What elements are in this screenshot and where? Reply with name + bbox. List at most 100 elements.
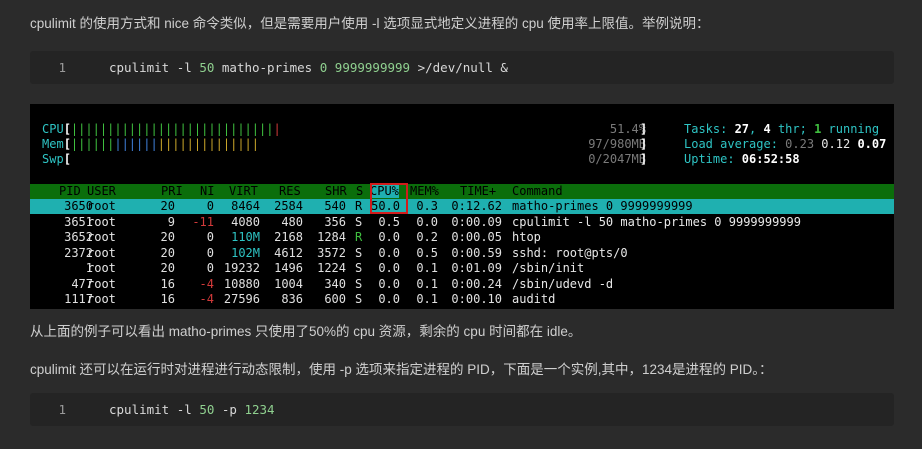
mem-meter-bar: | [157,137,165,151]
mem-meter-bar: | [121,137,129,151]
process-shr: 1284 [317,230,346,244]
process-time: 0:00.59 [451,245,502,260]
process-pri: 9 [167,214,175,229]
process-user: root [87,276,116,291]
cpu-meter-bar: | [99,122,108,136]
col-state: S [356,184,364,198]
mem-meter-bar: | [244,137,252,151]
mem-meter-value: 97/980MB [588,137,646,151]
cpu-meter-bar: | [121,122,129,136]
process-virt: 19232 [223,261,260,275]
process-cpu: 0.0 [378,261,400,275]
process-s: S [355,292,363,306]
load-average: Load average: 0.23 0.12 0.07 [684,137,887,151]
mem-meter-bar: | [179,137,187,151]
col-res: RES [279,184,301,198]
process-cmd: /sbin/udevd -d [512,276,614,291]
process-user: root [87,199,116,213]
process-virt: 10880 [223,276,260,291]
process-row[interactable]: 1117 root 16 -4 27596 836 600 S 0.0 0.1 0:00.10 aud… [30,292,894,307]
cpu-meter-bar: | [251,122,260,136]
uptime: Uptime: 06:52:58 [684,152,800,166]
process-ni: -11 [192,214,214,229]
mem-meter-bar: | [208,137,216,151]
mem-meter-bar: | [128,137,137,151]
cpu-meter-bar: | [244,122,252,136]
process-res: 4612 [274,245,303,260]
process-pri: 20 [160,261,175,275]
code-line: cpulimit -l 50 -p 1234 [109,402,275,417]
process-mem: 0.1 [416,276,438,291]
process-cpu: 0.0 [378,292,400,306]
process-mem: 0.5 [416,245,438,260]
htop-terminal: CPU[||||||||||||||||||||||||||||| 51.4% … [30,104,894,309]
process-time: 0:01.09 [451,261,502,275]
process-row[interactable]: 2372 root 20 0 102M 4612 3572 S 0.0 0.5 0:00.59 ssh… [30,246,894,261]
cpu-meter-bar: | [208,122,216,136]
process-res: 2584 [274,199,303,213]
process-user: root [87,214,116,229]
code-block-cpulimit-pid: 1 cpulimit -l 50 -p 1234 [30,393,894,426]
mem-meter-bar: | [237,137,245,151]
process-table-header: PID USER PRI NI VIRT RES SHR S CPU% MEM%… [30,184,894,199]
process-row[interactable]: 3650 root 20 0 8464 2584 540 R 50.0 0.3 0:12.62 mat… [30,199,894,214]
cpu-meter-bar: | [222,122,231,136]
process-shr: 356 [324,214,346,229]
cpu-meter-bar: | [179,122,187,136]
process-user: root [87,245,116,260]
mem-meter-bar: | [99,137,108,151]
col-time: TIME+ [460,184,497,198]
process-cmd: matho-primes 0 9999999999 [512,199,693,213]
mem-meter-bar: | [222,137,231,151]
process-cpu: 0.0 [378,245,400,260]
process-time: 0:00.09 [451,214,502,229]
mem-meter-bar: | [114,137,122,151]
process-cmd: auditd [512,292,556,306]
process-cmd: cpulimit -l 50 matho-primes 0 9999999999 [512,214,801,229]
process-res: 836 [281,292,303,306]
col-user: USER [87,184,116,198]
cpu-meter-bar: | [85,122,93,136]
process-ni: 0 [206,199,214,213]
process-time: 0:00.10 [451,292,502,306]
process-mem: 0.3 [416,199,438,213]
process-ni: -4 [199,276,214,291]
process-s: R [355,199,363,213]
process-pri: 20 [160,199,175,213]
process-user: root [87,292,116,306]
process-pri: 20 [160,230,175,244]
process-time: 0:00.24 [451,276,502,291]
process-time: 0:12.62 [451,199,502,213]
code-line: cpulimit -l 50 matho-primes 0 9999999999… [109,60,508,75]
mem-meter-bar: | [186,137,194,151]
col-shr: SHR [325,184,347,198]
tasks-summary: Tasks: 27, 4 thr; 1 running [684,122,880,136]
col-mem: MEM% [410,184,439,198]
cpu-meter: CPU[||||||||||||||||||||||||||||| [42,122,281,136]
process-shr: 600 [324,292,346,306]
process-pri: 16 [160,276,175,291]
process-virt: 27596 [223,292,260,306]
cpu-meter-bar: | [150,122,158,136]
mem-meter-bar: | [150,137,158,151]
process-virt: 4080 [231,214,260,229]
process-res: 480 [281,214,303,229]
process-row[interactable]: 3652 root 20 0 110M 2168 1284 R 0.0 0.2 0:00.05 hto… [30,230,894,245]
mem-meter-bar: | [85,137,93,151]
process-mem: 0.0 [416,214,438,229]
process-user: root [87,261,116,275]
process-row[interactable]: 3651 root 9 -11 4080 480 356 S 0.5 0.0 0:00.09 cpul… [30,215,894,230]
process-s: R [355,230,363,244]
process-row[interactable]: 1 root 20 0 19232 1496 1224 S 0.0 0.1 0:01.09/sbin… [30,261,894,276]
intro-paragraph: cpulimit 的使用方式和 nice 命令类似，但是需要用户使用 -l 选项… [30,16,710,31]
code-block-cpulimit: 1 cpulimit -l 50 matho-primes 0 99999999… [30,51,894,84]
cpu-meter-bar: | [186,122,194,136]
process-virt: 8464 [231,199,260,213]
process-ni: -4 [199,292,214,306]
process-time: 0:00.05 [451,230,502,244]
swap-meter-value: 0/2047MB [588,152,646,166]
process-s: S [355,261,363,275]
process-row[interactable]: 477 root 16 -4 10880 1004 340 S 0.0 0.1 0:00.24/sb… [30,277,894,292]
cpu-column-highlight [370,183,408,214]
process-mem: 0.2 [416,230,438,244]
